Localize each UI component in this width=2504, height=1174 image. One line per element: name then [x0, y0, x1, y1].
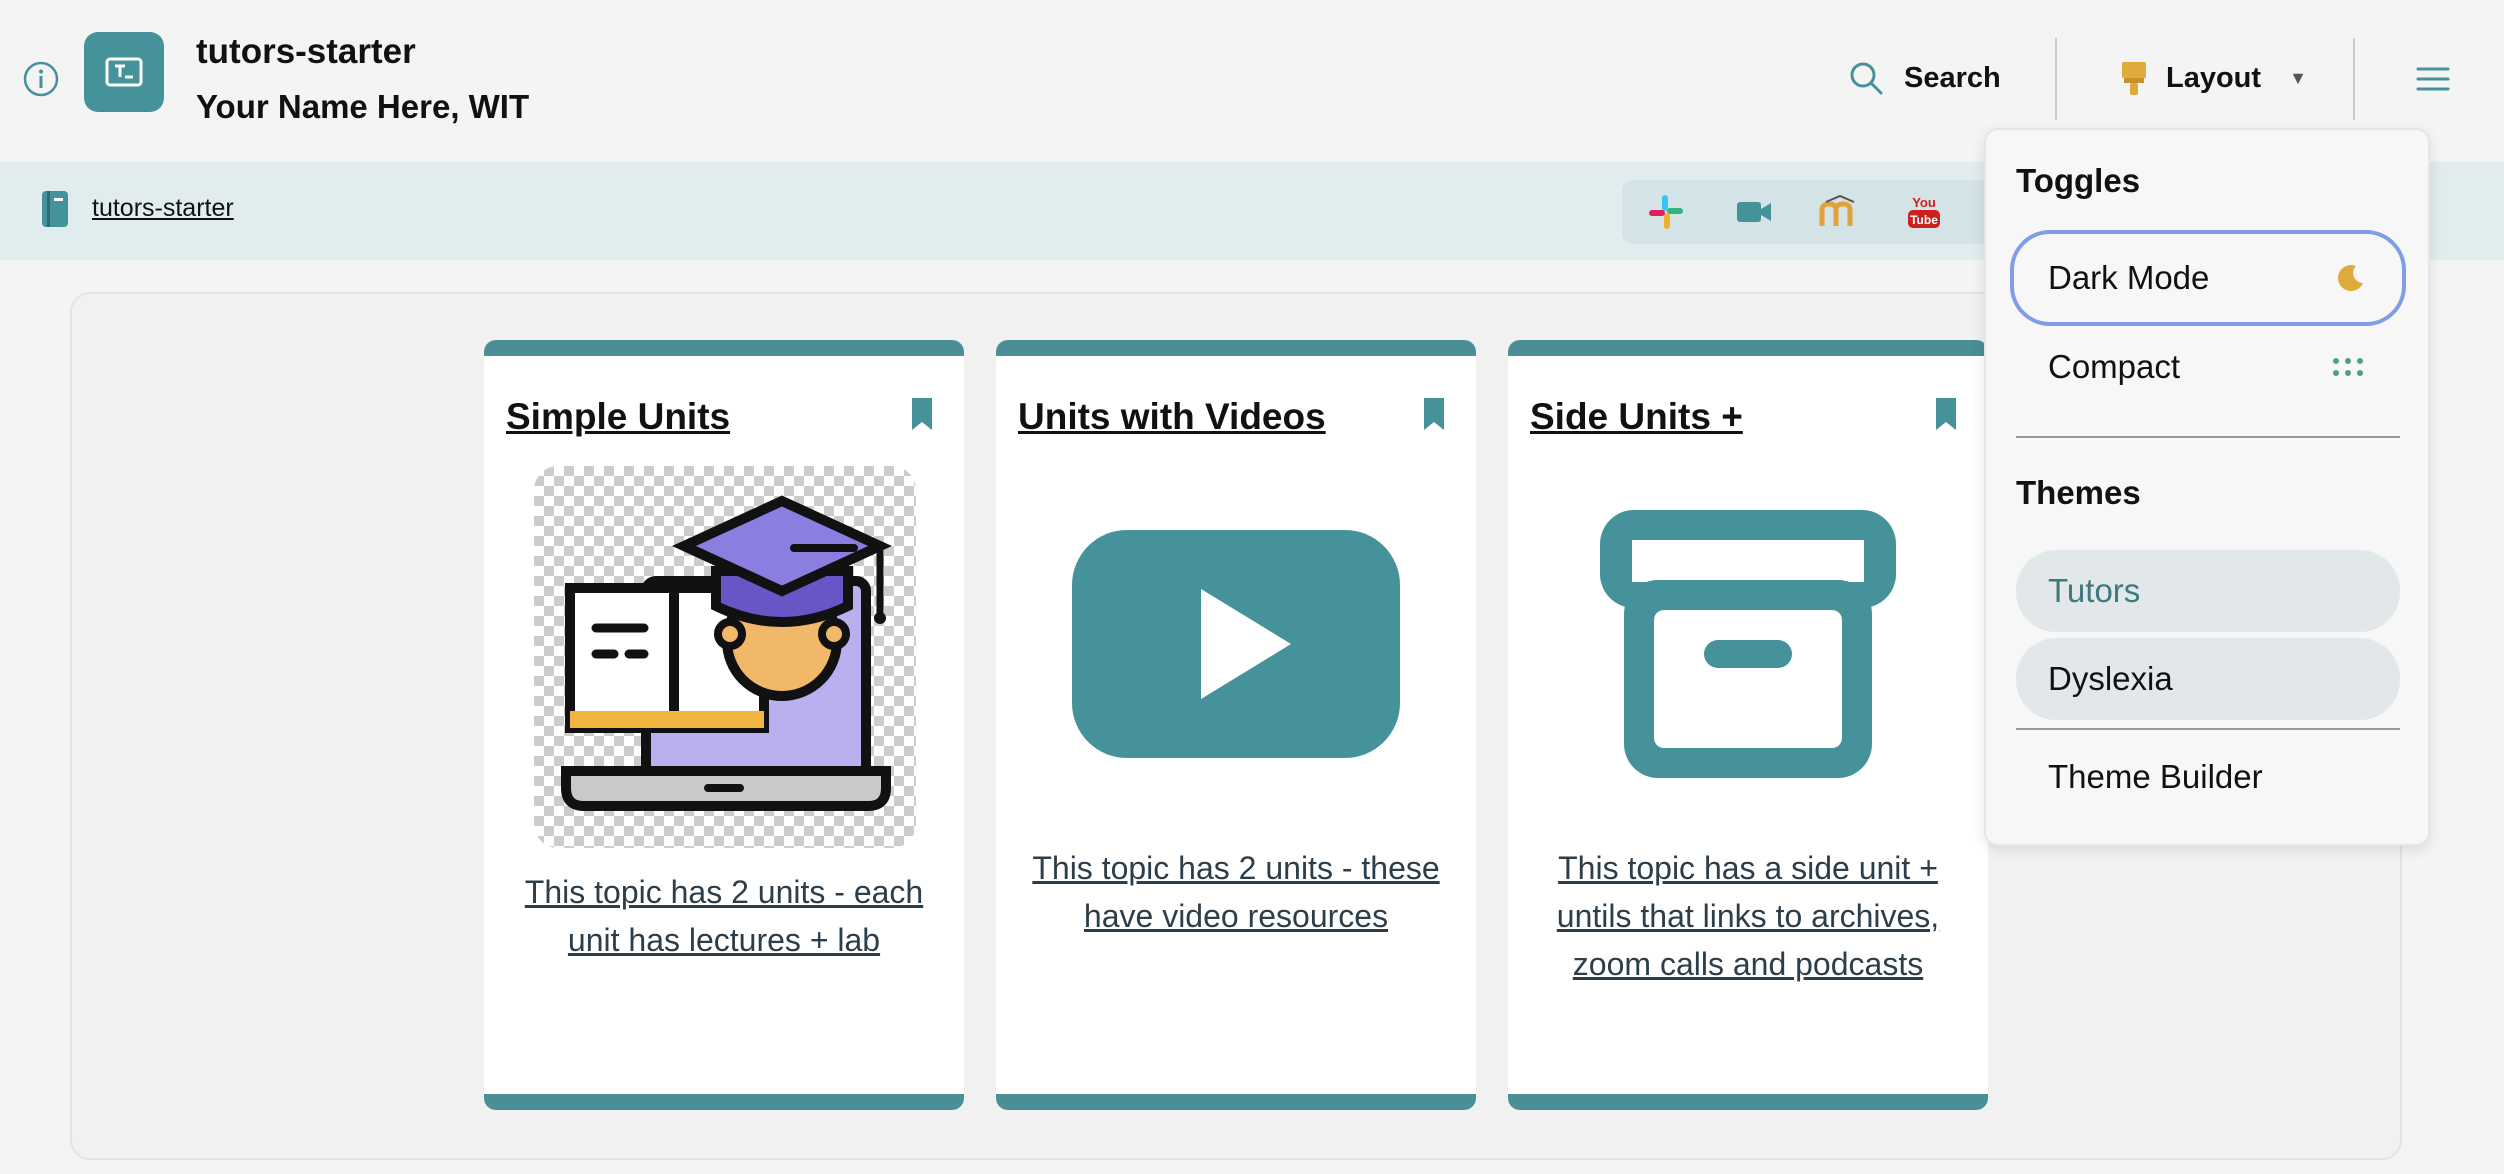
paint-brush-icon	[2122, 62, 2146, 95]
topic-card[interactable]: Side Units + This topic has a side unit …	[1508, 340, 1988, 1110]
card-title[interactable]: Simple Units	[506, 396, 730, 438]
card-title[interactable]: Side Units +	[1530, 396, 1743, 438]
topic-card[interactable]: Units with Videos This topic has 2 units…	[996, 340, 1476, 1110]
course-logo-icon	[105, 57, 143, 87]
themes-heading: Themes	[2016, 474, 2141, 511]
card-title[interactable]: Units with Videos	[1018, 396, 1326, 438]
card-description[interactable]: This topic has 2 units - each unit has l…	[514, 868, 934, 964]
breadcrumb-course-link[interactable]: tutors-starter	[92, 194, 234, 223]
compact-label: Compact	[2048, 348, 2181, 385]
menu-divider	[2016, 436, 2400, 438]
theme-builder-label: Theme Builder	[2048, 758, 2263, 795]
bookmark-icon	[1424, 398, 1444, 430]
hamburger-menu-icon[interactable]	[2414, 60, 2452, 98]
layout-label: Layout	[2166, 61, 2262, 94]
moodle-icon[interactable]	[1818, 192, 1858, 232]
menu-divider	[2016, 728, 2400, 730]
header-divider	[2353, 38, 2355, 120]
archive-box-icon	[1600, 510, 1896, 778]
theme-tutors[interactable]: Tutors	[2016, 550, 2400, 632]
dark-mode-toggle[interactable]: Dark Mode	[2010, 230, 2406, 326]
bookmark-icon	[912, 398, 932, 430]
layout-button[interactable]: Layout ▼	[2120, 58, 2307, 98]
dark-mode-label: Dark Mode	[2048, 259, 2210, 296]
chevron-down-icon: ▼	[2289, 67, 2307, 88]
theme-dyslexia[interactable]: Dyslexia	[2016, 638, 2400, 720]
companion-links: You Tube	[1622, 180, 2002, 244]
youtube-icon[interactable]: You Tube	[1904, 192, 1944, 232]
info-icon[interactable]	[22, 60, 60, 98]
theme-label: Tutors	[2048, 572, 2141, 609]
layout-menu: Toggles Dark Mode Compact Themes Tutors …	[1984, 128, 2430, 846]
svg-text:You: You	[1912, 195, 1936, 210]
search-icon	[1850, 62, 1883, 95]
graduate-laptop-icon	[534, 466, 916, 848]
card-description[interactable]: This topic has 2 units - these have vide…	[1026, 844, 1446, 940]
svg-text:Tube: Tube	[1910, 213, 1938, 227]
search-label: Search	[1904, 61, 2001, 94]
theme-builder-item[interactable]: Theme Builder	[2016, 736, 2400, 818]
course-logo[interactable]	[84, 32, 164, 112]
course-title: tutors-starter	[196, 32, 416, 71]
header-divider	[2055, 38, 2057, 120]
card-description[interactable]: This topic has a side unit + untils that…	[1538, 844, 1958, 988]
toggles-heading: Toggles	[2016, 162, 2141, 199]
dots-grid-icon	[2333, 358, 2363, 376]
course-subtitle: Your Name Here, WIT	[196, 88, 530, 125]
topic-card[interactable]: Simple Units This topic has 2 units - ea…	[484, 340, 964, 1110]
slack-icon[interactable]	[1646, 192, 1686, 232]
compact-toggle[interactable]: Compact	[2016, 326, 2400, 408]
youtube-play-icon	[1072, 530, 1400, 758]
bookmark-icon	[1936, 398, 1956, 430]
search-button[interactable]: Search	[1848, 58, 2001, 98]
moon-icon	[2338, 265, 2363, 291]
notebook-icon	[42, 191, 68, 227]
theme-label: Dyslexia	[2048, 660, 2173, 697]
video-icon[interactable]	[1734, 192, 1774, 232]
